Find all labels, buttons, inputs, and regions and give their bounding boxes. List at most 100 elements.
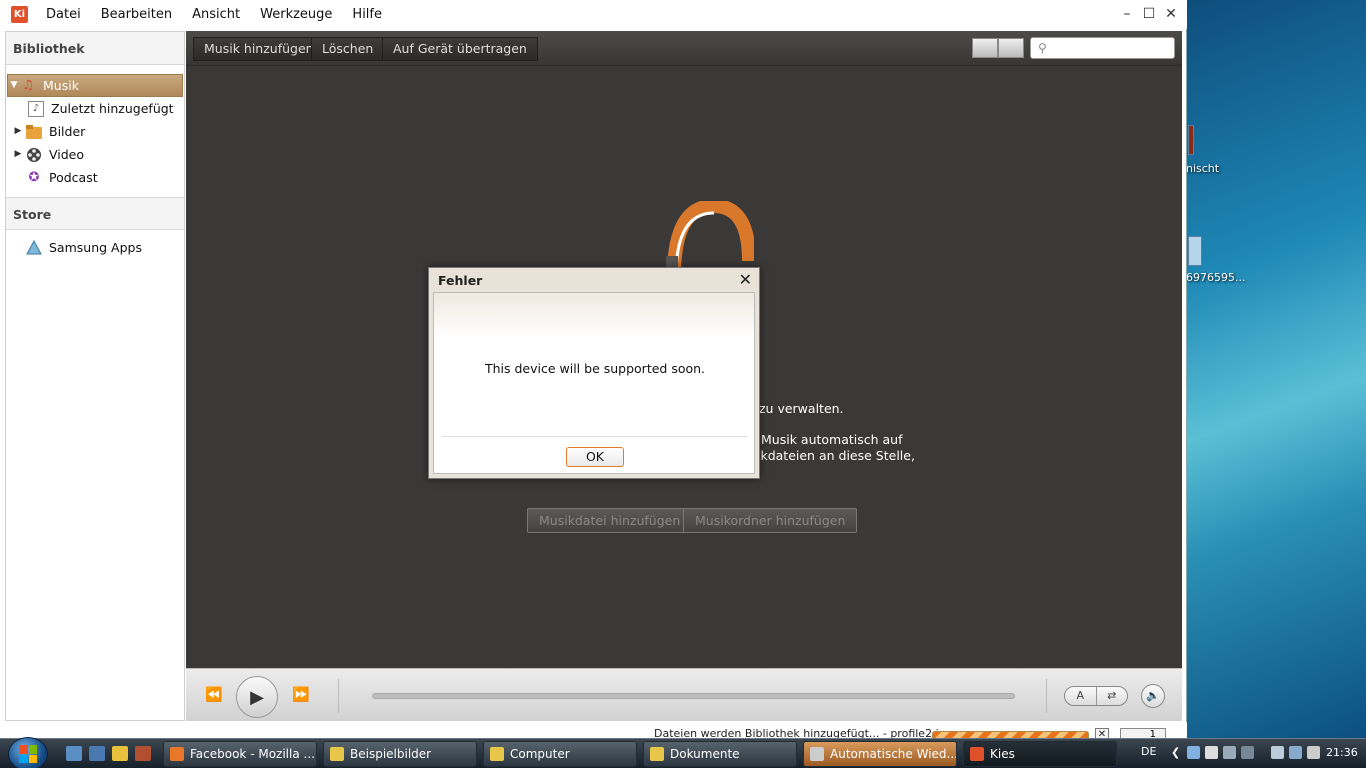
- folder-icon: [490, 747, 504, 761]
- sidebar-item-label: Musik: [43, 78, 79, 93]
- player-bar: ⏪ ▶ ⏩ A ⇄ 🔈: [186, 668, 1182, 721]
- menu-ansicht[interactable]: Ansicht: [182, 7, 250, 22]
- desktop-background: nischt 6976595...: [1186, 0, 1366, 738]
- windows-logo-icon: [19, 745, 37, 763]
- status-bar: Dateien werden Bibliothek hinzugefügt...…: [0, 722, 1187, 741]
- taskbar-item-beispielbilder[interactable]: Beispielbilder: [323, 741, 477, 767]
- chevron-right-icon[interactable]: ▶: [12, 120, 24, 143]
- chevron-down-icon[interactable]: ▼: [8, 74, 20, 97]
- close-icon[interactable]: ✕: [739, 270, 752, 289]
- menu-datei[interactable]: Datei: [36, 7, 91, 22]
- language-indicator[interactable]: DE: [1141, 745, 1156, 758]
- menu-werkzeuge[interactable]: Werkzeuge: [250, 7, 342, 22]
- sidebar-item-label: Podcast: [49, 170, 98, 185]
- desktop-icon-label[interactable]: nischt: [1186, 162, 1219, 175]
- taskbar-item-label: Computer: [510, 747, 570, 761]
- sidebar-item-label: Samsung Apps: [49, 240, 142, 255]
- sidebar-item-musik[interactable]: ▼ ♫ Musik: [7, 74, 183, 97]
- playback-mode-toggle: A ⇄: [1064, 686, 1128, 706]
- network-status-icon[interactable]: [1289, 746, 1302, 759]
- play-button[interactable]: ▶: [236, 676, 278, 718]
- volume-tray-icon[interactable]: [1307, 746, 1320, 759]
- kies-icon: [970, 747, 984, 761]
- taskbar-item-computer[interactable]: Computer: [483, 741, 637, 767]
- menu-hilfe[interactable]: Hilfe: [342, 7, 392, 22]
- list-view-icon[interactable]: [972, 38, 998, 58]
- taskbar-item-label: Beispielbilder: [350, 747, 432, 761]
- ok-button[interactable]: OK: [566, 447, 624, 467]
- dialog-message: This device will be supported soon.: [484, 361, 706, 376]
- kies-logo-icon: Ki: [11, 6, 28, 23]
- seek-bar[interactable]: [372, 693, 1015, 699]
- taskbar-item-label: Automatische Wied...: [830, 747, 957, 761]
- sidebar-item-bilder[interactable]: ▶ Bilder: [6, 120, 184, 143]
- menu-bar: Ki Datei Bearbeiten Ansicht Werkzeuge Hi…: [0, 0, 1187, 29]
- sidebar-item-samsung-apps[interactable]: Samsung Apps: [6, 236, 184, 259]
- desktop-icon-label[interactable]: 6976595...: [1186, 271, 1245, 284]
- minimize-icon[interactable]: –: [1119, 5, 1135, 23]
- add-music-folder-button[interactable]: Musikordner hinzufügen: [683, 508, 858, 533]
- sidebar-item-zuletzt[interactable]: ♪ Zuletzt hinzugefügt: [6, 97, 184, 120]
- taskbar-item-label: Kies: [990, 747, 1015, 761]
- kies-window: Ki Datei Bearbeiten Ansicht Werkzeuge Hi…: [0, 0, 1187, 741]
- taskbar-item-autoplay[interactable]: Automatische Wied...: [803, 741, 957, 767]
- shuffle-icon[interactable]: ⇄: [1095, 687, 1128, 705]
- maximize-icon[interactable]: ☐: [1141, 5, 1157, 23]
- dialog-title: Fehler: [438, 273, 483, 288]
- quicklaunch-icon[interactable]: [135, 746, 151, 761]
- podcast-icon: ✪: [28, 170, 40, 185]
- info-text: Musik automatisch auf: [761, 432, 903, 447]
- taskbar: Facebook - Mozilla ... Beispielbilder Co…: [0, 737, 1366, 768]
- close-icon[interactable]: ✕: [1163, 5, 1179, 23]
- volume-icon[interactable]: 🔈: [1141, 684, 1165, 708]
- repeat-icon[interactable]: A: [1065, 687, 1096, 705]
- previous-icon[interactable]: ⏪: [205, 687, 222, 703]
- monitor-icon[interactable]: [1223, 746, 1236, 759]
- clock[interactable]: 21:36: [1326, 746, 1358, 759]
- sidebar-item-label: Zuletzt hinzugefügt: [51, 101, 174, 116]
- info-text: zu verwalten.: [759, 401, 844, 416]
- media-player-icon[interactable]: [112, 746, 128, 761]
- desktop-file-icon[interactable]: [1188, 125, 1194, 155]
- transfer-to-device-button[interactable]: Auf Gerät übertragen: [382, 37, 538, 61]
- toolbar: Musik hinzufügen Löschen Auf Gerät übert…: [186, 31, 1182, 66]
- sidebar-item-label: Video: [49, 147, 85, 162]
- add-music-button[interactable]: Musik hinzufügen: [193, 37, 325, 61]
- taskbar-item-label: Facebook - Mozilla ...: [190, 747, 315, 761]
- safely-remove-icon[interactable]: [1271, 746, 1284, 759]
- taskbar-item-facebook[interactable]: Facebook - Mozilla ...: [163, 741, 317, 767]
- music-note-icon: ♫: [22, 78, 34, 93]
- camera-icon[interactable]: [1205, 746, 1218, 759]
- delete-button[interactable]: Löschen: [311, 37, 385, 61]
- next-icon[interactable]: ⏩: [292, 687, 309, 703]
- autoplay-icon: [810, 747, 824, 761]
- start-button[interactable]: [8, 737, 48, 768]
- play-icon: ▶: [250, 686, 264, 708]
- sidebar-item-podcast[interactable]: ✪ Podcast: [6, 166, 184, 189]
- info-text: ikdateien an diese Stelle,: [757, 448, 915, 463]
- menu-bearbeiten[interactable]: Bearbeiten: [91, 7, 182, 22]
- switch-windows-icon[interactable]: [89, 746, 105, 761]
- samsung-apps-icon: [26, 239, 42, 256]
- grid-view-icon[interactable]: [998, 38, 1024, 58]
- chevron-right-icon[interactable]: ▶: [12, 143, 24, 166]
- film-reel-icon: [26, 147, 42, 163]
- add-music-files-button[interactable]: Musikdatei hinzufügen: [527, 508, 693, 533]
- taskbar-item-dokumente[interactable]: Dokumente: [643, 741, 797, 767]
- playlist-icon: ♪: [28, 100, 44, 117]
- sidebar-item-video[interactable]: ▶ Video: [6, 143, 184, 166]
- folder-icon: [650, 747, 664, 761]
- divider: [1046, 679, 1047, 713]
- search-input[interactable]: ⚲: [1030, 37, 1175, 59]
- desktop-image-icon[interactable]: [1188, 236, 1202, 266]
- network-icon[interactable]: [1187, 746, 1200, 759]
- taskbar-item-kies[interactable]: Kies: [963, 741, 1117, 767]
- divider: [442, 436, 747, 437]
- divider: [338, 679, 339, 713]
- library-sidebar: Bibliothek ▼ ♫ Musik ♪ Zuletzt hinzugefü…: [5, 31, 185, 721]
- chevron-left-icon[interactable]: ❮: [1171, 746, 1180, 759]
- library-header: Bibliothek: [6, 32, 184, 65]
- device-icon[interactable]: [1241, 746, 1254, 759]
- dialog-body: This device will be supported soon. OK: [433, 292, 755, 474]
- show-desktop-icon[interactable]: [66, 746, 82, 761]
